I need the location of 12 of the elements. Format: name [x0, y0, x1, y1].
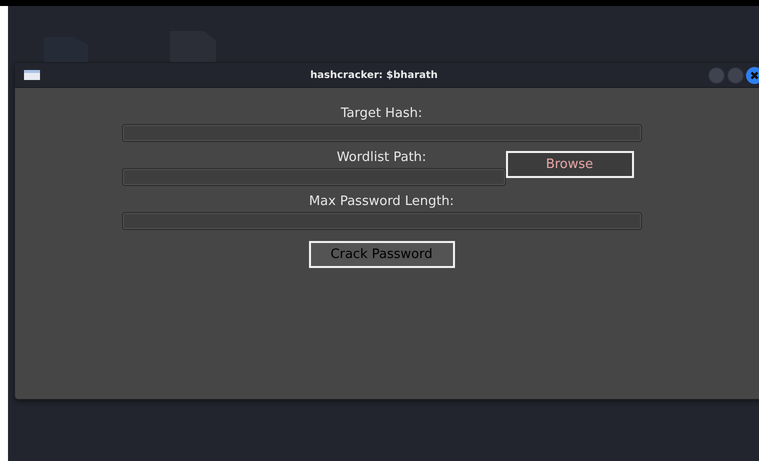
field-label: Target Hash: — [340, 105, 422, 123]
close-icon[interactable] — [746, 66, 759, 84]
field-label: Max Password Length: — [308, 193, 454, 211]
window-title: hashcracker: $bharath — [309, 70, 439, 80]
crack-password-button[interactable]: Crack Password — [308, 241, 454, 268]
browse-button[interactable]: Browse — [506, 151, 634, 178]
input-field[interactable] — [122, 212, 642, 230]
input-field[interactable] — [122, 168, 506, 186]
field-label: Wordlist Path: — [336, 149, 426, 167]
input-field[interactable] — [122, 124, 642, 142]
window-icon — [24, 70, 40, 80]
minimize-button[interactable] — [708, 66, 725, 84]
